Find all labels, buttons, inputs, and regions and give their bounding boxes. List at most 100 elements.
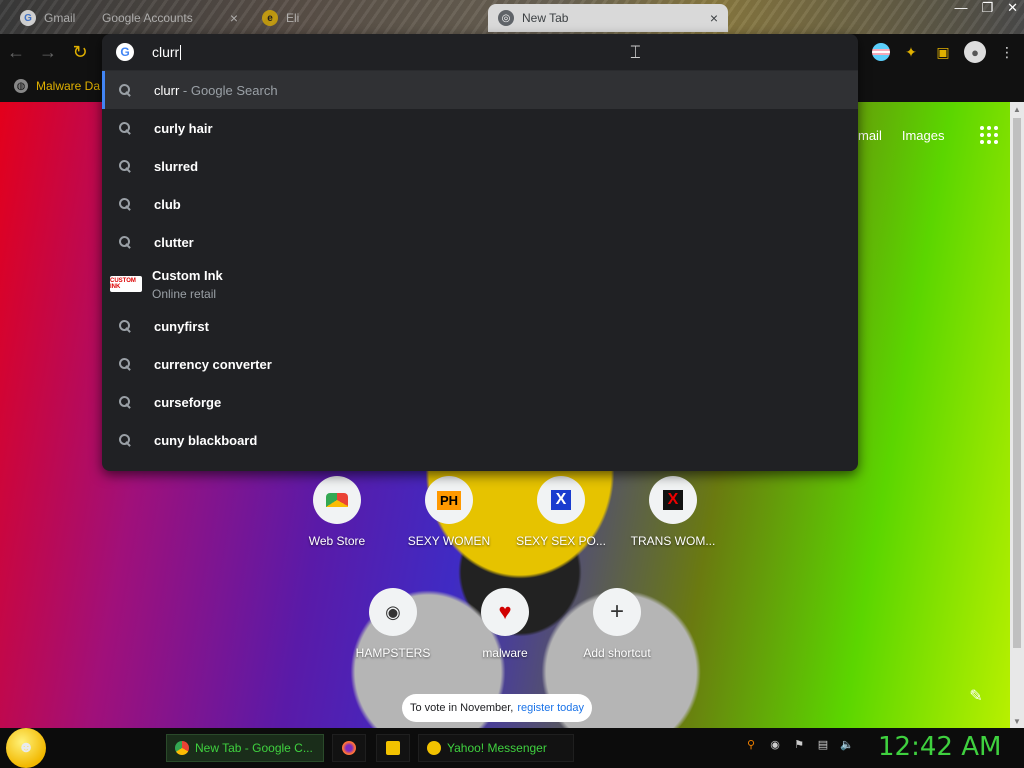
tab-eli[interactable]: e Eli xyxy=(252,4,482,32)
shortcut-trans-wom[interactable]: X TRANS WOM... xyxy=(617,476,729,548)
suggestion-text: curly hair xyxy=(154,120,213,136)
tab-title: Gmail xyxy=(44,11,76,25)
promo-pill: To vote in November, register today xyxy=(402,694,592,722)
back-icon[interactable]: ← xyxy=(0,36,32,68)
suggestion-subtitle: Online retail xyxy=(152,286,217,301)
bookmark-item[interactable]: Malware Da xyxy=(36,79,100,93)
ph-icon: PH xyxy=(425,476,473,524)
omnibox-dropdown: G clurr ⌶ clurr - Google Search curly ha… xyxy=(102,34,858,471)
taskbar-item-explorer[interactable] xyxy=(376,734,410,762)
suggestion-row[interactable]: cunyfirst xyxy=(102,307,858,345)
scrollbar-thumb[interactable] xyxy=(1013,118,1021,648)
minimize-icon[interactable]: — xyxy=(954,0,967,16)
clock[interactable]: 12:42 AM xyxy=(878,732,1001,762)
chrome-icon xyxy=(175,741,189,755)
yahoo-messenger-icon xyxy=(427,741,441,755)
close-icon[interactable]: × xyxy=(710,10,718,26)
x-red-icon: X xyxy=(649,476,697,524)
tab-title: Eli xyxy=(286,11,300,25)
search-icon xyxy=(118,433,132,447)
omnibox[interactable]: G clurr ⌶ xyxy=(102,34,858,70)
forward-icon[interactable]: → xyxy=(32,36,64,68)
scroll-down-icon[interactable]: ▼ xyxy=(1010,714,1024,728)
flag-icon[interactable]: ⚑ xyxy=(792,737,806,751)
suggestion-text: club xyxy=(154,196,181,212)
search-icon[interactable]: ⚲ xyxy=(744,737,758,751)
suggestion-text: currency converter xyxy=(154,356,272,372)
google-icon: G xyxy=(116,43,134,61)
maximize-icon[interactable]: ❐ xyxy=(981,0,993,16)
shortcut-label: Add shortcut xyxy=(583,646,651,660)
close-icon[interactable]: × xyxy=(230,10,238,26)
profile-avatar-icon[interactable]: ● xyxy=(964,41,986,63)
text-cursor xyxy=(180,45,182,61)
start-smiley-icon[interactable]: ☻ xyxy=(6,728,46,768)
toolbar-right: ✦ ▣ ● ⋮ xyxy=(872,34,1018,70)
suggestion-row[interactable]: clurr - Google Search xyxy=(102,71,858,109)
tab-title: Google Accounts xyxy=(102,11,193,25)
custom-ink-logo-icon: CUSTOM INK xyxy=(110,276,142,292)
google-icon: G xyxy=(20,10,36,26)
reload-icon[interactable]: ↻ xyxy=(64,36,96,68)
suggestion-row[interactable]: club xyxy=(102,185,858,223)
shortcut-label: SEXY WOMEN xyxy=(407,534,491,548)
suggestion-text: curseforge xyxy=(154,394,222,410)
firefox-icon xyxy=(342,741,356,755)
plus-icon: + xyxy=(593,588,641,636)
side-panel-icon[interactable]: ▣ xyxy=(932,41,954,63)
system-tray: ⚲ ◉ ⚑ ▤ 🔈 xyxy=(744,737,854,751)
search-icon xyxy=(118,197,132,211)
suggestion-row[interactable]: cuny blackboard xyxy=(102,421,858,459)
suggestion-text: clurr xyxy=(154,82,180,98)
suggestion-text: slurred xyxy=(154,158,199,174)
customize-pencil-icon[interactable]: ✎ xyxy=(964,684,988,708)
add-shortcut-button[interactable]: + Add shortcut xyxy=(561,588,673,660)
suggestion-text: cuny blackboard xyxy=(154,432,258,448)
suggestion-row-entity[interactable]: CUSTOM INK Custom Ink Online retail xyxy=(102,261,858,307)
scrollbar[interactable]: ▲ ▼ xyxy=(1010,102,1024,728)
close-window-icon[interactable]: ✕ xyxy=(1007,0,1018,16)
shortcut-web-store[interactable]: Web Store xyxy=(281,476,393,548)
tab-new-tab[interactable]: ◎ New Tab × xyxy=(488,4,728,32)
ibeam-cursor-icon: ⌶ xyxy=(630,42,641,62)
images-link[interactable]: Images xyxy=(902,128,945,143)
taskbar-item-chrome[interactable]: New Tab - Google C... xyxy=(166,734,324,762)
suggestion-row[interactable]: currency converter xyxy=(102,345,858,383)
flag-extension-icon[interactable] xyxy=(872,43,890,61)
shortcut-sexy-women[interactable]: PH SEXY WOMEN xyxy=(393,476,505,548)
shortcut-label: SEXY SEX PO... xyxy=(516,534,606,548)
search-icon xyxy=(118,395,132,409)
top-links: mail Images xyxy=(858,126,999,144)
gmail-link[interactable]: mail xyxy=(858,128,882,143)
register-link[interactable]: register today xyxy=(517,702,584,714)
chrome-icon: ◎ xyxy=(498,10,514,26)
search-icon xyxy=(118,159,132,173)
x-blue-icon: X xyxy=(537,476,585,524)
apps-grid-icon[interactable] xyxy=(980,126,999,144)
suggestion-text: cunyfirst xyxy=(154,318,209,334)
tab-google-accounts[interactable]: Google Accounts × xyxy=(78,4,248,32)
shortcut-hampsters[interactable]: ◉ HAMPSTERS xyxy=(337,588,449,660)
extensions-icon[interactable]: ✦ xyxy=(900,41,922,63)
suggestion-row[interactable]: curly hair xyxy=(102,109,858,147)
network-icon[interactable]: ▤ xyxy=(816,737,830,751)
promo-text: To vote in November, xyxy=(410,702,514,714)
tab-title: New Tab xyxy=(522,11,569,25)
shortcut-label: HAMPSTERS xyxy=(355,646,431,660)
shortcut-malware[interactable]: ♥ malware xyxy=(449,588,561,660)
omnibox-input[interactable]: clurr xyxy=(152,44,179,60)
taskbar-item-firefox[interactable] xyxy=(332,734,366,762)
globe-icon: ◍ xyxy=(14,79,28,93)
generic-icon: e xyxy=(262,10,278,26)
messenger-tray-icon[interactable]: ◉ xyxy=(768,737,782,751)
suggestion-row[interactable]: clutter xyxy=(102,223,858,261)
menu-icon[interactable]: ⋮ xyxy=(996,41,1018,63)
suggestion-row[interactable]: slurred xyxy=(102,147,858,185)
shortcut-sexy-sex-po[interactable]: X SEXY SEX PO... xyxy=(505,476,617,548)
suggestion-row[interactable]: curseforge xyxy=(102,383,858,421)
scroll-up-icon[interactable]: ▲ xyxy=(1010,102,1024,116)
volume-icon[interactable]: 🔈 xyxy=(840,737,854,751)
taskbar-item-yahoo-messenger[interactable]: Yahoo! Messenger xyxy=(418,734,574,762)
heart-icon: ♥ xyxy=(481,588,529,636)
taskbar-item-label: New Tab - Google C... xyxy=(195,741,313,755)
